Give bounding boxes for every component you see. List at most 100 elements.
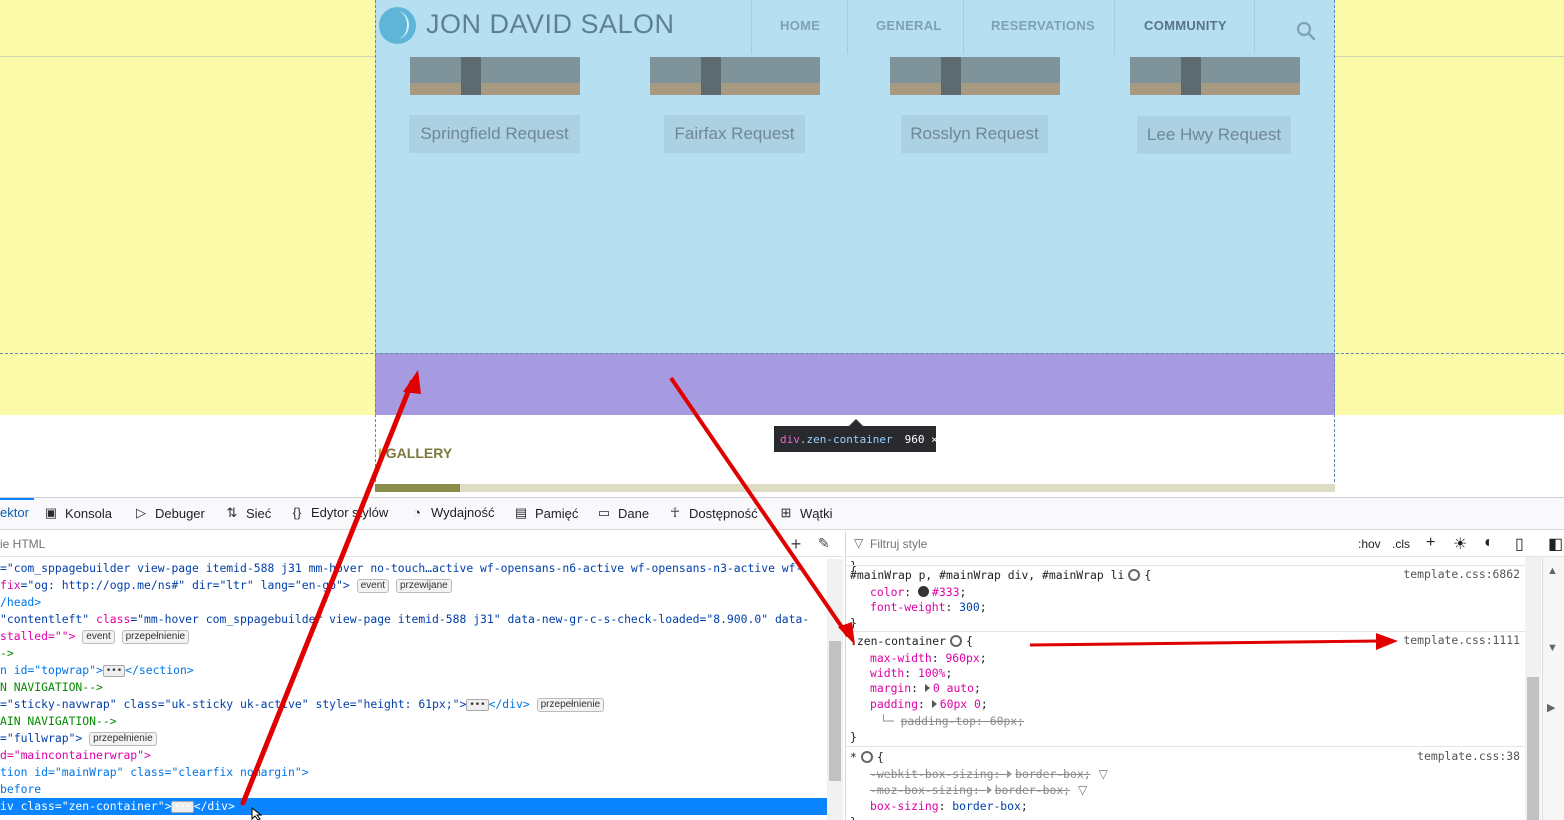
markup-line[interactable]: ="sticky-navwrap" class="uk-sticky uk-ac… [0, 696, 605, 713]
markup-line[interactable]: d="maincontainerwrap"> [0, 747, 151, 764]
scroll-badge[interactable]: przewijane [395, 579, 452, 593]
markup-line[interactable]: tion id="mainWrap" class="clearfix nomar… [0, 764, 309, 781]
markup-line[interactable]: /head> [0, 594, 41, 611]
collapsed-ellipsis[interactable]: ••• [102, 665, 126, 677]
rule-declaration[interactable]: color: #333; [870, 584, 966, 600]
rosslyn-request-button[interactable]: Rosslyn Request [901, 115, 1048, 153]
add-node-icon[interactable]: + [787, 534, 805, 555]
tab-network[interactable]: ⇅ Sieć [224, 505, 272, 521]
gallery-heading-text: GALLERY [385, 445, 453, 461]
tab-memory[interactable]: ▤ Pamięć [513, 505, 579, 521]
tooltip-class: .zen-container [799, 432, 893, 446]
nav-divider [1114, 0, 1115, 54]
markup-line[interactable]: before [0, 781, 41, 798]
markup-line[interactable]: "contentleft" class="mm-hover com_sppage… [0, 611, 809, 628]
tab-label: Konsola [65, 505, 112, 521]
rule-source-link[interactable]: template.css:38 [1417, 749, 1520, 763]
markup-line[interactable]: -> [0, 645, 14, 662]
selected-markup-line[interactable]: iv class="zen-container"> ••• </div> [0, 798, 827, 815]
light-mode-icon[interactable]: ☀ [1453, 534, 1467, 554]
rule-declaration[interactable]: width: 100%; [870, 665, 952, 681]
overridden-declaration[interactable]: -moz-box-sizing: border-box; ▽ [870, 782, 1087, 798]
event-badge[interactable]: event [356, 579, 390, 593]
filter-styles-input[interactable]: Filtruj style [870, 537, 927, 551]
markup-scrollbar-thumb[interactable] [829, 641, 841, 781]
salon-photo-rosslyn[interactable] [890, 57, 1060, 95]
chevron-up-icon[interactable]: ▲ [1547, 565, 1558, 577]
tab-inspector[interactable]: ektor [0, 505, 29, 520]
search-icon[interactable] [1296, 21, 1316, 41]
rule-source-link[interactable]: template.css:6862 [1403, 567, 1520, 581]
html-search-input[interactable]: ie HTML [0, 537, 45, 551]
markup-line[interactable]: fix="og: http://ogp.me/ns#" dir="ltr" la… [0, 577, 452, 594]
filter-icon[interactable]: ▽ [1099, 767, 1108, 781]
event-badge[interactable]: event [82, 630, 115, 644]
fairfax-request-button[interactable]: Fairfax Request [664, 115, 805, 153]
site-logo-text[interactable]: JON DAVID SALON [426, 9, 675, 40]
rule-source-link[interactable]: template.css:1111 [1403, 633, 1520, 647]
overflow-badge[interactable]: przepełnienie [89, 732, 157, 746]
tab-console[interactable]: ▣ Konsola [43, 505, 112, 521]
gear-icon[interactable] [950, 635, 963, 647]
collapsed-ellipsis[interactable]: ••• [466, 699, 489, 711]
rules-scrollbar-thumb[interactable] [1527, 677, 1539, 820]
guide-dashed-line [1334, 0, 1335, 492]
rule-declaration[interactable]: box-sizing: border-box; [870, 798, 1028, 814]
salon-logo-icon[interactable] [379, 7, 416, 44]
markup-line[interactable]: stalled=""> event przepełnienie [0, 628, 190, 645]
chevron-down-icon[interactable]: ▼ [1547, 642, 1558, 654]
content-highlight [375, 0, 1335, 353]
markup-line[interactable]: ="fullwrap"> przepełnienie [0, 730, 157, 747]
salon-photo-springfield[interactable] [410, 57, 580, 95]
rule-declaration[interactable]: max-width: 960px; [870, 650, 987, 666]
expand-triangle-icon[interactable] [924, 684, 930, 692]
dark-mode-icon[interactable]: ◐ [1484, 534, 1494, 552]
print-media-icon[interactable]: ▯ [1515, 534, 1524, 554]
salon-photo-lee-hwy[interactable] [1130, 57, 1300, 95]
tab-debugger[interactable]: ▷ Debuger [133, 505, 205, 521]
salon-photo-fairfax[interactable] [650, 57, 820, 95]
markup-view: ie HTML + ✎ ="com_sppagebuilder view-pag… [0, 531, 843, 820]
tab-threads[interactable]: ⊞ Wątki [778, 505, 833, 521]
tab-accessibility[interactable]: ☥ Dostępność [667, 505, 758, 521]
markup-line[interactable]: ="com_sppagebuilder view-page itemid-588… [0, 560, 802, 577]
rule-selector[interactable]: .zen-container{ [850, 633, 973, 649]
expand-triangle-icon[interactable] [931, 700, 937, 708]
color-swatch-icon[interactable] [918, 586, 930, 597]
rule-selector[interactable]: #mainWrap p, #mainWrap div, #mainWrap li… [850, 567, 1151, 583]
markup-line[interactable]: N NAVIGATION--> [0, 679, 103, 696]
markup-line[interactable]: n id="topwrap"> ••• </section> [0, 662, 194, 679]
gear-icon[interactable] [860, 751, 873, 763]
toggle-sidebar-icon[interactable]: ◧ [1548, 534, 1563, 554]
tab-label: Wydajność [431, 505, 495, 520]
active-tab-indicator [0, 498, 34, 500]
add-rule-icon[interactable]: + [1426, 534, 1435, 552]
rule-declaration[interactable]: margin: 0 auto; [870, 680, 981, 696]
nav-item-home[interactable]: HOME [780, 18, 820, 33]
springfield-request-button[interactable]: Springfield Request [409, 115, 580, 153]
nav-item-reservations[interactable]: RESERVATIONS [991, 18, 1095, 33]
nav-item-general[interactable]: GENERAL [876, 18, 942, 33]
cls-toggle[interactable]: .cls [1392, 537, 1410, 551]
nav-divider [1254, 0, 1255, 54]
rule-declaration[interactable]: font-weight: 300; [870, 599, 987, 615]
tab-style-editor[interactable]: {} Edytor stylów [289, 505, 389, 520]
chevron-right-icon[interactable]: ▶ [1547, 701, 1555, 714]
tab-performance[interactable]: ◔ Wydajność [409, 505, 494, 520]
overflow-badge[interactable]: przepełnienie [536, 698, 605, 712]
hov-toggle[interactable]: :hov [1358, 537, 1381, 551]
rule-declaration[interactable]: padding: 60px 0; [870, 696, 988, 712]
collapsed-ellipsis[interactable]: ••• [171, 801, 194, 813]
element-size-tooltip: div .zen-container 960 × 926 [774, 426, 964, 452]
eyedropper-icon[interactable]: ✎ [818, 535, 830, 552]
overridden-declaration[interactable]: -webkit-box-sizing: border-box; ▽ [870, 766, 1108, 782]
tab-storage[interactable]: ▭ Dane [596, 505, 649, 521]
lee-hwy-request-button[interactable]: Lee Hwy Request [1137, 116, 1291, 154]
nav-item-community[interactable]: COMMUNITY [1144, 18, 1227, 33]
filter-icon[interactable]: ▽ [1078, 783, 1087, 797]
overridden-declaration[interactable]: └─ padding-top: 60px; [880, 713, 1024, 729]
overflow-badge[interactable]: przepełnienie [121, 630, 190, 644]
rule-selector[interactable]: *{ [850, 749, 884, 765]
gear-icon[interactable] [1128, 569, 1141, 581]
markup-line[interactable]: AIN NAVIGATION--> [0, 713, 117, 730]
